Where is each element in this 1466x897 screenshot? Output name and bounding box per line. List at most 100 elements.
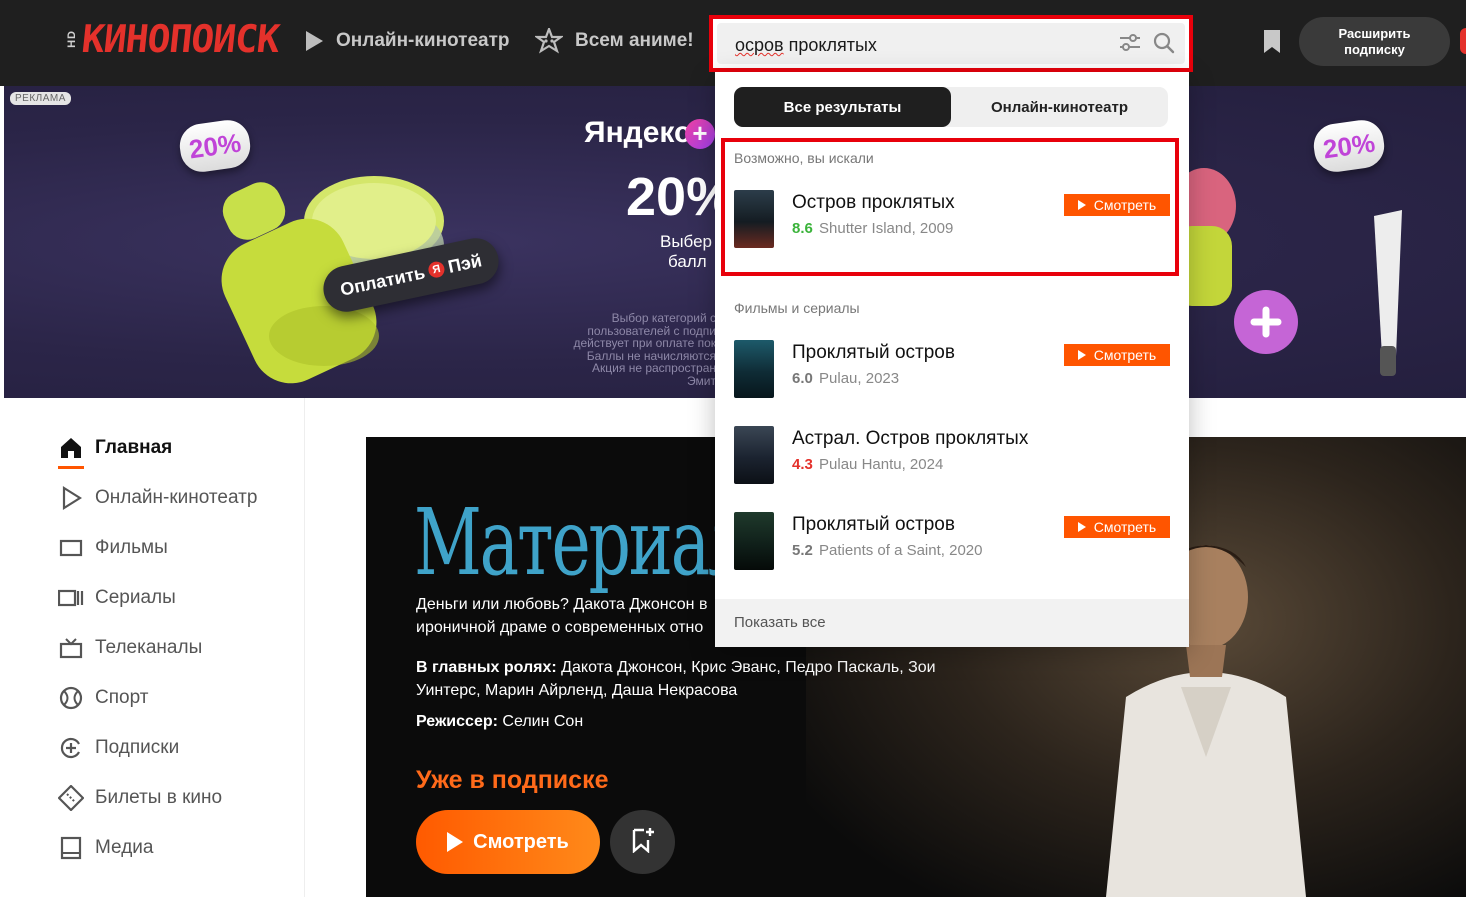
filter-icon[interactable] bbox=[1119, 33, 1141, 58]
section-label-films: Фильмы и сериалы bbox=[734, 300, 860, 316]
home-icon bbox=[58, 435, 84, 461]
sidebar-item-series[interactable]: Сериалы bbox=[58, 584, 176, 612]
anime-star-icon bbox=[535, 28, 563, 54]
sidebar-item-label: Сериалы bbox=[95, 587, 176, 608]
sidebar-item-tv[interactable]: Телеканалы bbox=[58, 634, 202, 662]
sidebar-item-label: Онлайн-кинотеатр bbox=[95, 487, 258, 508]
hero-add-bookmark-button[interactable] bbox=[610, 810, 675, 874]
hero-description: Деньги или любовь? Дакота Джонсон в ирон… bbox=[416, 593, 716, 639]
nav-anime[interactable]: Всем аниме! bbox=[535, 27, 694, 55]
search-result[interactable]: Проклятый остров 6.0 Pulau, 2023 Смотрет… bbox=[734, 340, 1170, 402]
nav-anime-label: Всем аниме! bbox=[575, 30, 694, 51]
result-meta: 8.6 Shutter Island, 2009 bbox=[792, 220, 953, 237]
ad-subtitle-line1: Выбер bbox=[660, 232, 713, 251]
ad-pay-brand: Пэй bbox=[446, 249, 484, 277]
result-title: Проклятый остров bbox=[792, 342, 955, 363]
sidebar-active-indicator bbox=[58, 466, 84, 469]
profile-avatar[interactable] bbox=[1460, 28, 1466, 54]
result-original-title: Pulau Hantu, 2024 bbox=[819, 456, 944, 473]
hero-director-name: Селин Сон bbox=[502, 713, 584, 730]
sidebar-item-label: Подписки bbox=[95, 737, 180, 758]
bookmark-add-icon bbox=[631, 827, 655, 858]
sidebar-item-tickets[interactable]: Билеты в кино bbox=[58, 784, 222, 812]
sidebar-item-label: Фильмы bbox=[95, 537, 168, 558]
sidebar-item-label: Спорт bbox=[95, 687, 149, 708]
tv-icon bbox=[58, 635, 84, 661]
section-label-maybe: Возможно, вы искали bbox=[734, 150, 874, 166]
sidebar-item-label: Телеканалы bbox=[95, 637, 203, 658]
sidebar-item-media[interactable]: Медиа bbox=[58, 834, 153, 862]
search-suggestions-dropdown: Все результаты Онлайн-кинотеатр Возможно… bbox=[715, 72, 1189, 647]
play-icon bbox=[1077, 522, 1086, 532]
result-meta: 5.2 Patients of a Saint, 2020 bbox=[792, 542, 982, 559]
extend-subscription-line1: Расширить bbox=[1338, 25, 1411, 41]
page: HD КИНОПОИСК Онлайн-кинотеатр Всем аниме… bbox=[0, 0, 1466, 897]
ad-fine-line: действует при оплате пок bbox=[573, 336, 716, 350]
ad-pay-label: Оплатить bbox=[338, 261, 427, 300]
search-query-misspelled: осров bbox=[735, 35, 784, 55]
film-icon bbox=[58, 535, 84, 561]
search-input[interactable]: осров проклятых bbox=[717, 23, 1185, 64]
sidebar-item-subscriptions[interactable]: Подписки bbox=[58, 734, 179, 762]
result-title: Проклятый остров bbox=[792, 514, 955, 535]
movie-poster bbox=[734, 340, 774, 398]
result-watch-label: Смотреть bbox=[1093, 519, 1157, 535]
logo-text: КИНОПОИСК bbox=[79, 17, 282, 61]
series-icon bbox=[58, 585, 84, 611]
hero-watch-label: Смотреть bbox=[473, 830, 569, 853]
media-icon bbox=[58, 835, 84, 861]
play-icon bbox=[58, 485, 84, 511]
extend-subscription-button[interactable]: Расширить подписку bbox=[1299, 17, 1450, 66]
result-title: Остров проклятых bbox=[792, 192, 955, 213]
play-icon bbox=[1077, 200, 1086, 210]
result-original-title: Shutter Island, 2009 bbox=[819, 220, 954, 237]
search-result[interactable]: Проклятый остров 5.2 Patients of a Saint… bbox=[734, 512, 1170, 574]
result-title: Астрал. Остров проклятых bbox=[792, 428, 1029, 449]
result-rating: 4.3 bbox=[792, 456, 813, 473]
result-watch-label: Смотреть bbox=[1093, 197, 1157, 213]
sidebar-item-sport[interactable]: Спорт bbox=[58, 684, 148, 712]
result-meta: 4.3 Pulau Hantu, 2024 bbox=[792, 456, 943, 473]
ad-badge: РЕКЛАМА bbox=[10, 92, 71, 105]
nav-online-cinema-label: Онлайн-кинотеатр bbox=[336, 30, 510, 51]
ad-fine-print: Выбор категорий с пользователей с подпи … bbox=[566, 312, 716, 387]
sidebar: Главная Онлайн-кинотеатр Фильмы Сериалы … bbox=[0, 398, 305, 897]
nav-online-cinema[interactable]: Онлайн-кинотеатр bbox=[304, 27, 510, 55]
kinopoisk-logo[interactable]: HD КИНОПОИСК bbox=[66, 17, 282, 61]
ad-plus-icon: + bbox=[685, 119, 715, 149]
tab-online-cinema[interactable]: Онлайн-кинотеатр bbox=[951, 87, 1168, 127]
search-icon[interactable] bbox=[1153, 32, 1175, 59]
tab-all-results[interactable]: Все результаты bbox=[734, 87, 951, 127]
hero-director-label: Режиссер: bbox=[416, 713, 498, 730]
hero-subscription-label: Уже в подписке bbox=[416, 766, 609, 794]
result-rating: 6.0 bbox=[792, 370, 813, 387]
sidebar-item-online-cinema[interactable]: Онлайн-кинотеатр bbox=[58, 484, 257, 512]
hero-description-line1: Деньги или любовь? Дакота Джонсон в bbox=[416, 596, 708, 613]
extend-subscription-line2: подписку bbox=[1344, 41, 1405, 57]
ad-brand: Яндекс bbox=[584, 116, 691, 149]
bookmark-icon[interactable] bbox=[1262, 29, 1282, 60]
result-watch-button[interactable]: Смотреть bbox=[1064, 344, 1170, 366]
ad-subtitle-line2: балл bbox=[668, 252, 707, 271]
result-rating: 5.2 bbox=[792, 542, 813, 559]
play-icon bbox=[447, 832, 464, 852]
search-result[interactable]: Астрал. Остров проклятых 4.3 Pulau Hantu… bbox=[734, 426, 1170, 488]
hero-watch-button[interactable]: Смотреть bbox=[416, 810, 600, 874]
yandex-logo-icon: Я bbox=[427, 260, 446, 280]
search-highlight-frame: осров проклятых bbox=[709, 15, 1193, 72]
show-all-results-button[interactable]: Показать все bbox=[715, 599, 1189, 647]
ad-fine-line: Акция не распростран bbox=[592, 361, 716, 375]
movie-poster bbox=[734, 512, 774, 570]
search-result-top[interactable]: Остров проклятых 8.6 Shutter Island, 200… bbox=[734, 190, 1170, 252]
sidebar-item-home[interactable]: Главная bbox=[58, 434, 172, 462]
hero-description-line2: ироничной драме о современных отно bbox=[416, 619, 704, 636]
hero-cast: В главных ролях: Дакота Джонсон, Крис Эв… bbox=[416, 656, 976, 702]
result-meta: 6.0 Pulau, 2023 bbox=[792, 370, 899, 387]
sidebar-item-films[interactable]: Фильмы bbox=[58, 534, 168, 562]
result-watch-button[interactable]: Смотреть bbox=[1064, 516, 1170, 538]
result-watch-button[interactable]: Смотреть bbox=[1064, 194, 1170, 216]
logo-hd-mark: HD bbox=[66, 30, 78, 48]
search-query-rest: проклятых bbox=[783, 35, 877, 55]
search-tabs: Все результаты Онлайн-кинотеатр bbox=[734, 87, 1168, 127]
show-all-label: Показать все bbox=[734, 614, 826, 631]
